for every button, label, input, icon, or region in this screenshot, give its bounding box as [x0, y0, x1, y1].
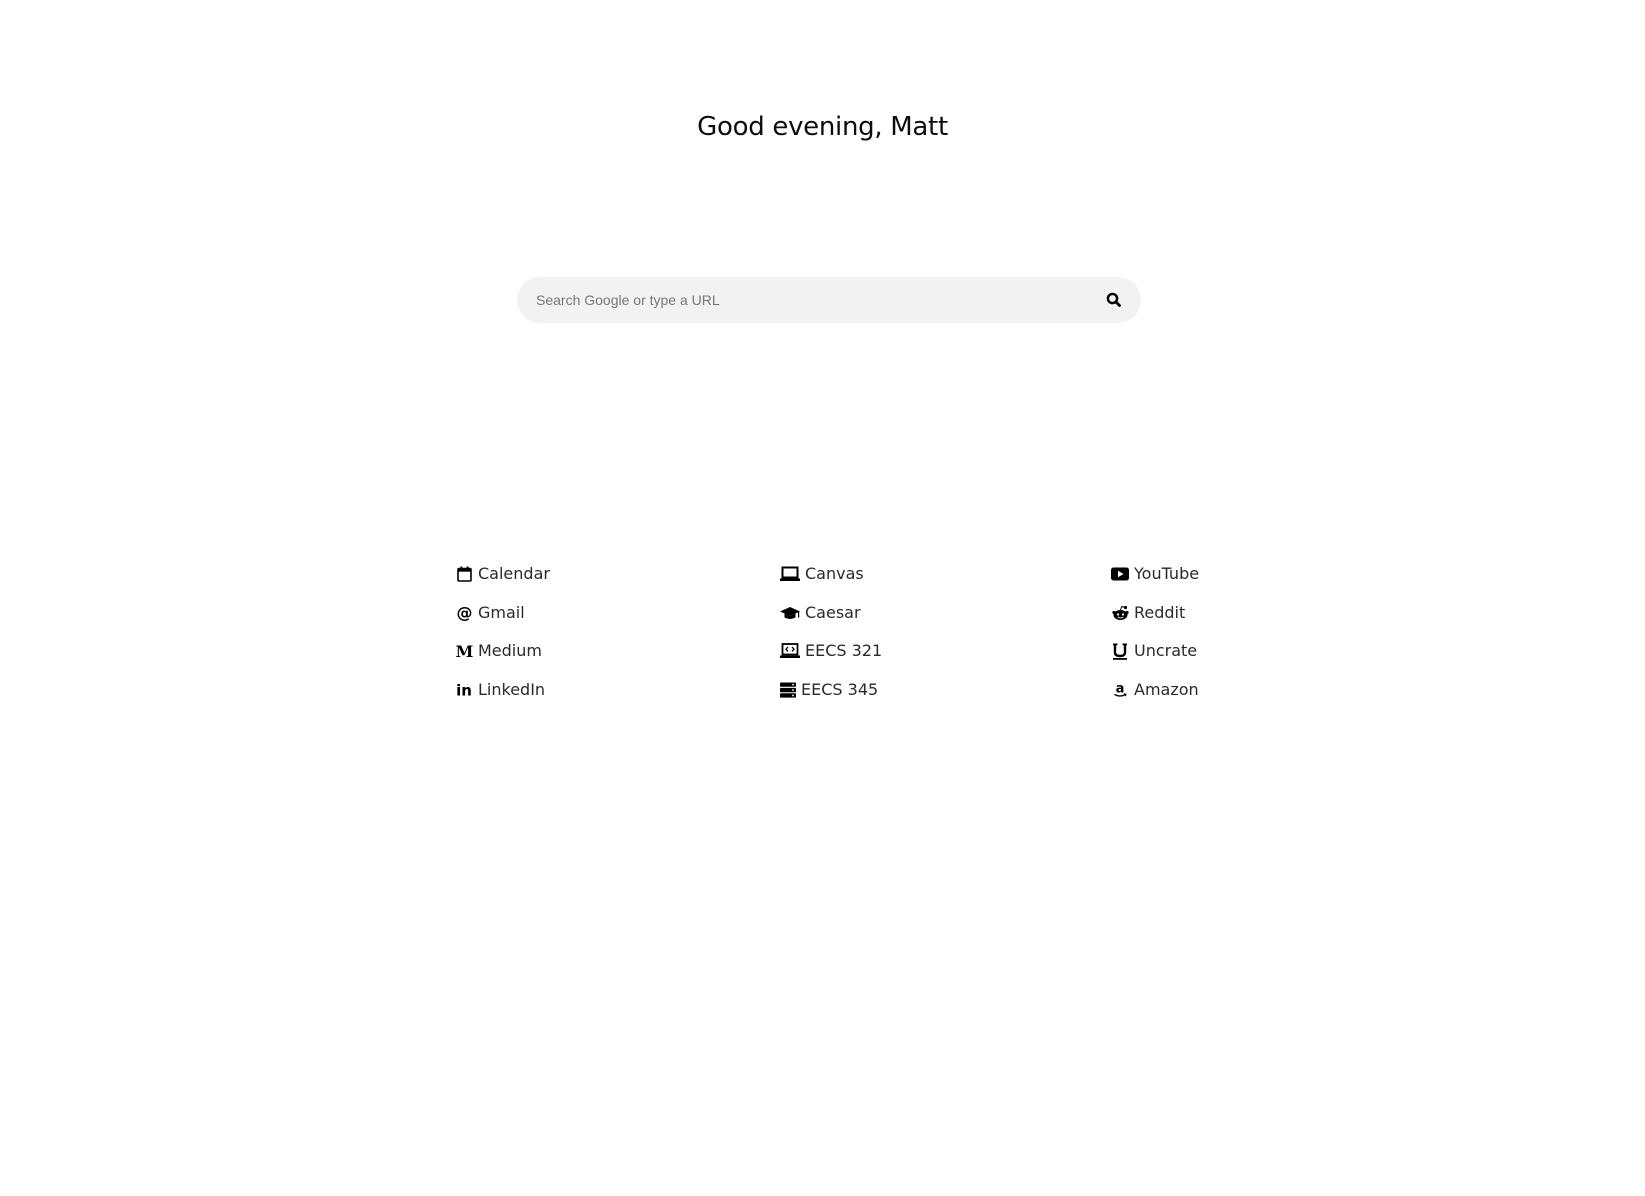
quick-links-column-1: Calendar @ Gmail M Medium in LinkedIn — [455, 555, 550, 709]
link-label: Gmail — [478, 602, 525, 622]
link-label: Calendar — [478, 564, 550, 584]
link-label: EECS 345 — [801, 679, 879, 699]
link-eecs-321[interactable]: EECS 321 — [780, 632, 882, 671]
link-label: Medium — [478, 641, 542, 661]
link-uncrate[interactable]: Uncrate — [1111, 632, 1199, 671]
amazon-icon: a — [1111, 681, 1129, 699]
reddit-icon — [1111, 604, 1129, 622]
svg-text:@: @ — [456, 604, 472, 621]
link-label: LinkedIn — [478, 679, 546, 699]
search-icon[interactable] — [1105, 291, 1123, 309]
link-linkedin[interactable]: in LinkedIn — [455, 671, 550, 710]
link-label: Uncrate — [1134, 641, 1198, 661]
svg-text:M: M — [456, 643, 473, 659]
link-label: EECS 321 — [805, 641, 883, 661]
search-bar[interactable] — [517, 277, 1141, 323]
new-tab-page: Good evening, Matt Calend — [0, 0, 1645, 1196]
graduation-cap-icon — [780, 604, 800, 622]
at-icon: @ — [455, 604, 473, 622]
link-label: YouTube — [1134, 564, 1200, 584]
link-caesar[interactable]: Caesar — [780, 594, 882, 633]
server-icon — [780, 681, 796, 699]
laptop-icon — [780, 565, 800, 583]
link-canvas[interactable]: Canvas — [780, 555, 882, 594]
uncrate-icon — [1111, 642, 1129, 660]
quick-links-column-2: Canvas Caesar EECS 321 EECS 345 — [780, 555, 882, 709]
link-label: Canvas — [805, 564, 864, 584]
calendar-icon — [455, 565, 473, 583]
linkedin-icon: in — [455, 681, 473, 699]
link-youtube[interactable]: YouTube — [1111, 555, 1199, 594]
greeting-heading: Good evening, Matt — [697, 112, 948, 142]
quick-links-column-3: YouTube Reddit Uncrate a Amazon — [1111, 555, 1199, 709]
code-laptop-icon — [780, 642, 800, 660]
link-amazon[interactable]: a Amazon — [1111, 671, 1199, 710]
youtube-icon — [1111, 565, 1129, 583]
link-gmail[interactable]: @ Gmail — [455, 594, 550, 633]
medium-icon: M — [455, 642, 473, 660]
link-eecs-345[interactable]: EECS 345 — [780, 671, 882, 710]
link-reddit[interactable]: Reddit — [1111, 594, 1199, 633]
link-label: Reddit — [1134, 602, 1186, 622]
svg-text:in: in — [456, 682, 472, 698]
link-medium[interactable]: M Medium — [455, 632, 550, 671]
search-input[interactable] — [536, 277, 1096, 323]
link-label: Amazon — [1134, 679, 1199, 699]
link-label: Caesar — [805, 602, 861, 622]
svg-text:a: a — [1115, 682, 1124, 697]
link-calendar[interactable]: Calendar — [455, 555, 550, 594]
